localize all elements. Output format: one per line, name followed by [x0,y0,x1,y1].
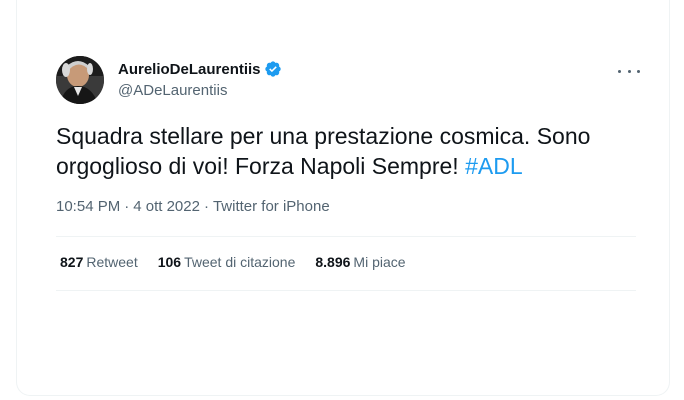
more-dot-icon [618,69,621,73]
quotes-count: 106 [157,254,182,270]
avatar-photo [56,56,104,104]
divider [56,290,636,291]
hashtag-link[interactable]: #ADL [465,153,523,179]
quotes-stat[interactable]: 106 Tweet di citazione [158,254,296,270]
likes-count: 8.896 [315,254,351,270]
tweet-time[interactable]: 10:54 PM [56,198,120,215]
author-name-row[interactable]: AurelioDeLaurentiis [118,60,282,78]
meta-separator: · [203,198,209,215]
retweets-count: 827 [60,254,84,270]
quotes-label: Tweet di citazione [184,254,296,270]
retweets-stat[interactable]: 827 Retweet [60,254,138,270]
meta-separator: · [124,198,130,215]
tweet-date[interactable]: 4 ott 2022 [133,198,200,215]
tweet-stats: 827 Retweet 106 Tweet di citazione 8.896 Mi… [60,254,426,270]
tweet-text: Squadra stellare per una prestazione cos… [56,121,636,181]
tweet-meta: 10:54 PM · 4 ott 2022 · Twitter for iPhone [56,198,330,215]
more-dot-icon [637,69,640,73]
tweet-source[interactable]: Twitter for iPhone [213,198,330,215]
retweets-label: Retweet [86,254,138,270]
likes-label: Mi piace [353,254,406,270]
more-dot-icon [627,69,631,73]
likes-stat[interactable]: 8.896 Mi piace [315,254,405,270]
author-avatar[interactable] [56,56,104,104]
verified-badge-icon [264,61,281,77]
divider [56,236,636,237]
author-handle[interactable]: @ADeLaurentiis [118,82,227,99]
author-display-name[interactable]: AurelioDeLaurentiis [118,61,261,78]
more-options-button[interactable] [618,66,640,76]
